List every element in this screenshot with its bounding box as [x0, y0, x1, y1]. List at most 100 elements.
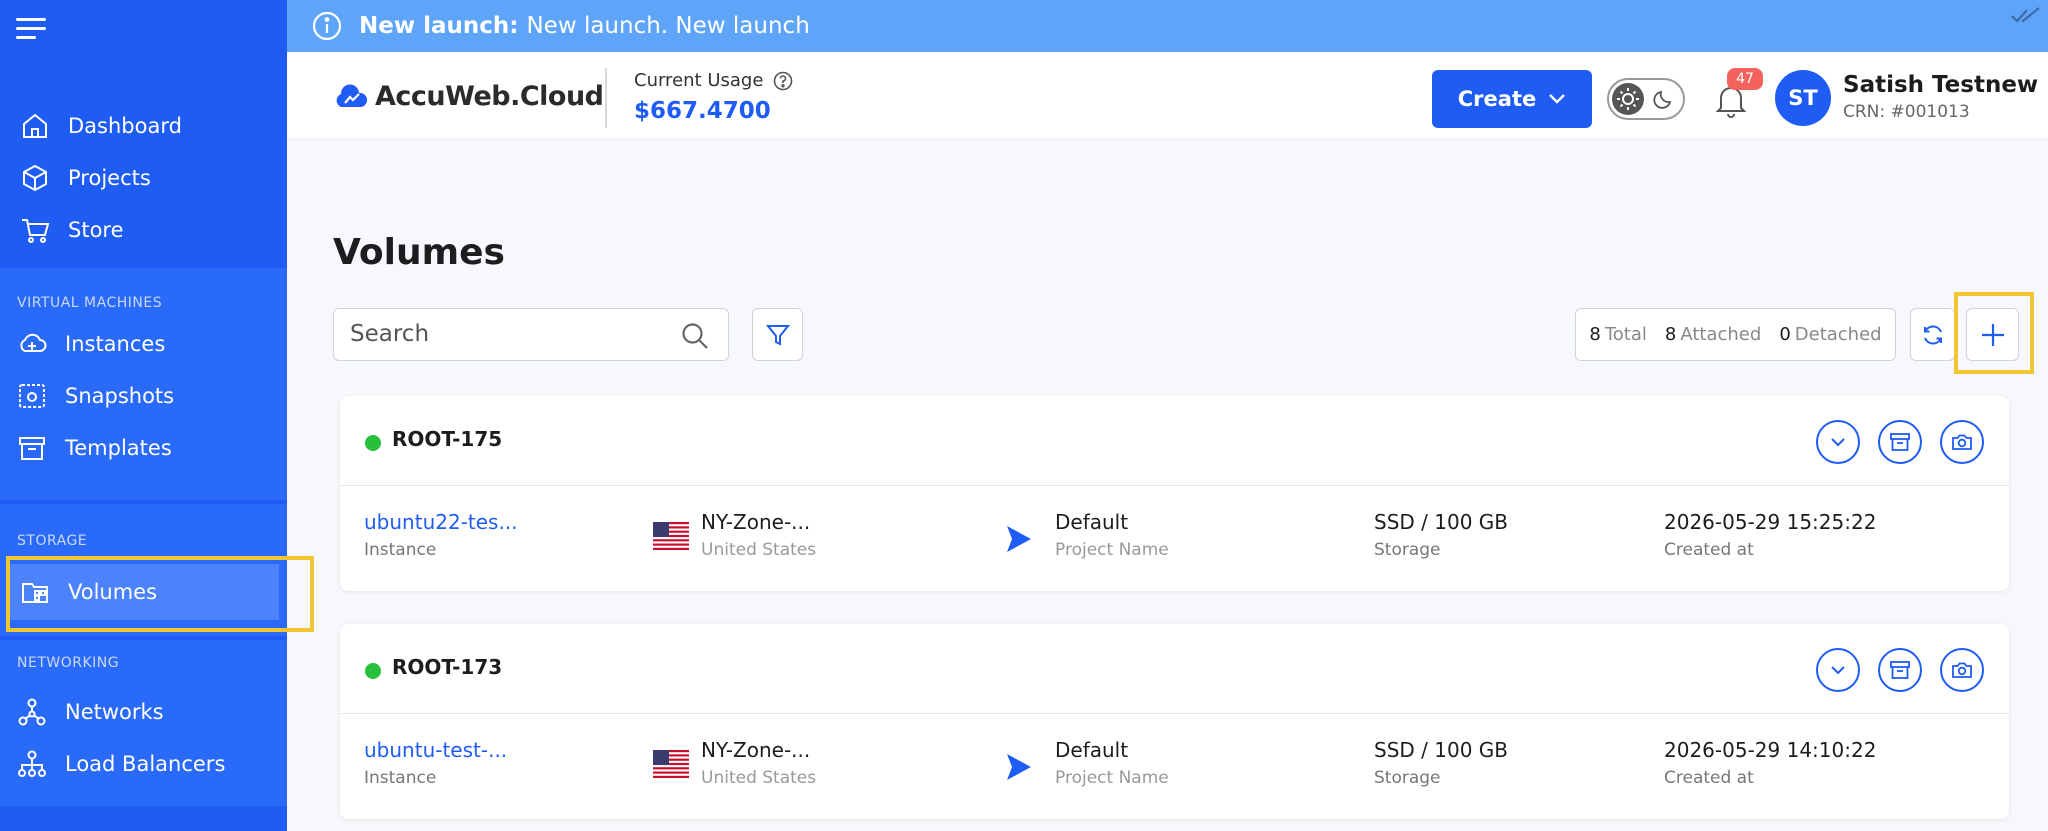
storage-label: Storage: [1374, 540, 1441, 560]
archive-button[interactable]: [1878, 648, 1922, 692]
filter-button[interactable]: [752, 308, 803, 361]
storage-cell: SSD / 100 GB Storage: [1374, 738, 1508, 788]
sidebar-item-projects[interactable]: Projects: [0, 152, 287, 204]
sidebar-item-load-balancers[interactable]: Load Balancers: [0, 738, 287, 790]
created-label: Created at: [1664, 540, 1754, 560]
volume-card-header: ROOT-173: [340, 624, 2009, 714]
instance-link[interactable]: ubuntu-test-...: [364, 738, 507, 762]
sun-icon: [1612, 83, 1644, 115]
sidebar-item-label: Instances: [65, 332, 166, 356]
archive-button[interactable]: [1878, 420, 1922, 464]
logo[interactable]: AccuWeb.Cloud: [333, 81, 604, 112]
search-input[interactable]: [350, 309, 660, 359]
instance-link[interactable]: ubuntu22-tes...: [364, 510, 518, 534]
us-flag-icon: [653, 522, 689, 550]
theme-toggle[interactable]: [1607, 78, 1685, 120]
avatar[interactable]: ST: [1775, 70, 1831, 126]
search-icon[interactable]: [680, 321, 710, 351]
section-virtual-machines: VIRTUAL MACHINES Instances Snapshots Tem…: [0, 268, 287, 500]
zone-name: NY-Zone-...: [701, 510, 811, 534]
snapshot-button[interactable]: [1940, 648, 1984, 692]
menu-icon[interactable]: [16, 16, 48, 40]
usage-label: Current Usage: [634, 70, 793, 91]
volume-stats: 8 Total 8 Attached 0 Detached: [1575, 308, 1896, 361]
sidebar-item-label: Store: [68, 218, 124, 242]
camera-icon: [1952, 434, 1972, 450]
archive-icon: [1890, 433, 1910, 451]
chevron-down-icon: [1831, 438, 1845, 447]
sidebar: Dashboard Projects Store VIRTUAL MACHINE…: [0, 0, 287, 831]
refresh-icon: [1923, 324, 1942, 345]
volume-name[interactable]: ROOT-173: [392, 655, 502, 679]
sidebar-item-snapshots[interactable]: Snapshots: [0, 370, 287, 422]
sitemap-icon: [18, 750, 46, 777]
archive-icon: [1890, 661, 1910, 679]
snapshot-button[interactable]: [1940, 420, 1984, 464]
section-title: VIRTUAL MACHINES: [17, 295, 163, 311]
double-check-icon[interactable]: [2010, 6, 2042, 26]
cloud-logo-icon: [336, 83, 368, 107]
volume-name[interactable]: ROOT-175: [392, 427, 502, 451]
user-name[interactable]: Satish Testnew: [1843, 72, 2038, 98]
create-button[interactable]: Create: [1432, 70, 1592, 128]
highlight-volumes: [6, 556, 314, 632]
zone-country: United States: [701, 540, 817, 560]
send-icon: [1007, 526, 1031, 552]
created-cell: 2026-05-29 14:10:22 Created at: [1664, 738, 1876, 788]
zone-cell: NY-Zone-... United States: [701, 510, 816, 560]
sidebar-item-networks[interactable]: Networks: [0, 686, 287, 738]
usage-value: $667.4700: [634, 98, 771, 124]
project-cell: Default Project Name: [1055, 510, 1169, 560]
sidebar-item-label: Projects: [68, 166, 151, 190]
notification-badge: 47: [1727, 68, 1763, 90]
sidebar-item-label: Networks: [65, 700, 164, 724]
zone-name: NY-Zone-...: [701, 738, 811, 762]
status-dot: [365, 663, 381, 679]
storage-cell: SSD / 100 GB Storage: [1374, 510, 1508, 560]
info-icon: [312, 11, 342, 41]
created-label: Created at: [1664, 768, 1754, 788]
stat-detached-value: 0: [1779, 324, 1791, 345]
filter-icon: [765, 324, 790, 346]
sidebar-item-templates[interactable]: Templates: [0, 422, 287, 474]
nav-bottom: [0, 806, 287, 831]
send-icon: [1007, 754, 1031, 780]
section-title: NETWORKING: [17, 655, 120, 671]
user-crn: CRN: #001013: [1843, 102, 1970, 122]
expand-button[interactable]: [1816, 420, 1860, 464]
sidebar-item-label: Load Balancers: [65, 752, 226, 776]
announcement-bold: New launch:: [359, 13, 519, 39]
sidebar-item-instances[interactable]: Instances: [0, 318, 287, 370]
highlight-add-button: [1954, 292, 2034, 374]
camera-icon: [19, 384, 45, 408]
usage-label-text: Current Usage: [634, 70, 764, 91]
page-title: Volumes: [333, 232, 505, 273]
created-value: 2026-05-29 15:25:22: [1664, 510, 1877, 534]
storage-value: SSD / 100 GB: [1374, 738, 1508, 762]
refresh-button[interactable]: [1910, 308, 1955, 361]
top-header: AccuWeb.Cloud Current Usage $667.4700 Cr…: [287, 52, 2048, 138]
instance-cell: ubuntu-test-... Instance: [364, 738, 507, 788]
sidebar-item-store[interactable]: Store: [0, 204, 287, 256]
project-label: Project Name: [1055, 768, 1169, 788]
sidebar-item-label: Dashboard: [68, 114, 182, 138]
stat-total-value: 8: [1589, 324, 1601, 345]
chevron-down-icon: [1549, 94, 1566, 104]
sidebar-item-label: Snapshots: [65, 384, 175, 408]
sidebar-item-dashboard[interactable]: Dashboard: [0, 100, 287, 152]
volume-card-header: ROOT-175: [340, 396, 2009, 486]
project-name: Default: [1055, 738, 1129, 762]
cloud-plus-icon: [20, 333, 47, 352]
created-cell: 2026-05-29 15:25:22 Created at: [1664, 510, 1876, 560]
volume-card: ROOT-173 ubuntu-test-... Instance NY-Zon…: [340, 624, 2009, 819]
project-name: Default: [1055, 510, 1129, 534]
section-title: STORAGE: [17, 533, 88, 549]
search-box: [333, 308, 729, 361]
stat-attached-label: Attached: [1680, 324, 1762, 345]
header-divider: [605, 68, 607, 128]
help-icon[interactable]: [773, 71, 793, 91]
cart-icon: [22, 219, 50, 243]
announcement-bar: New launch: New launch. New launch: [287, 0, 2048, 52]
zone-cell: NY-Zone-... United States: [701, 738, 816, 788]
expand-button[interactable]: [1816, 648, 1860, 692]
